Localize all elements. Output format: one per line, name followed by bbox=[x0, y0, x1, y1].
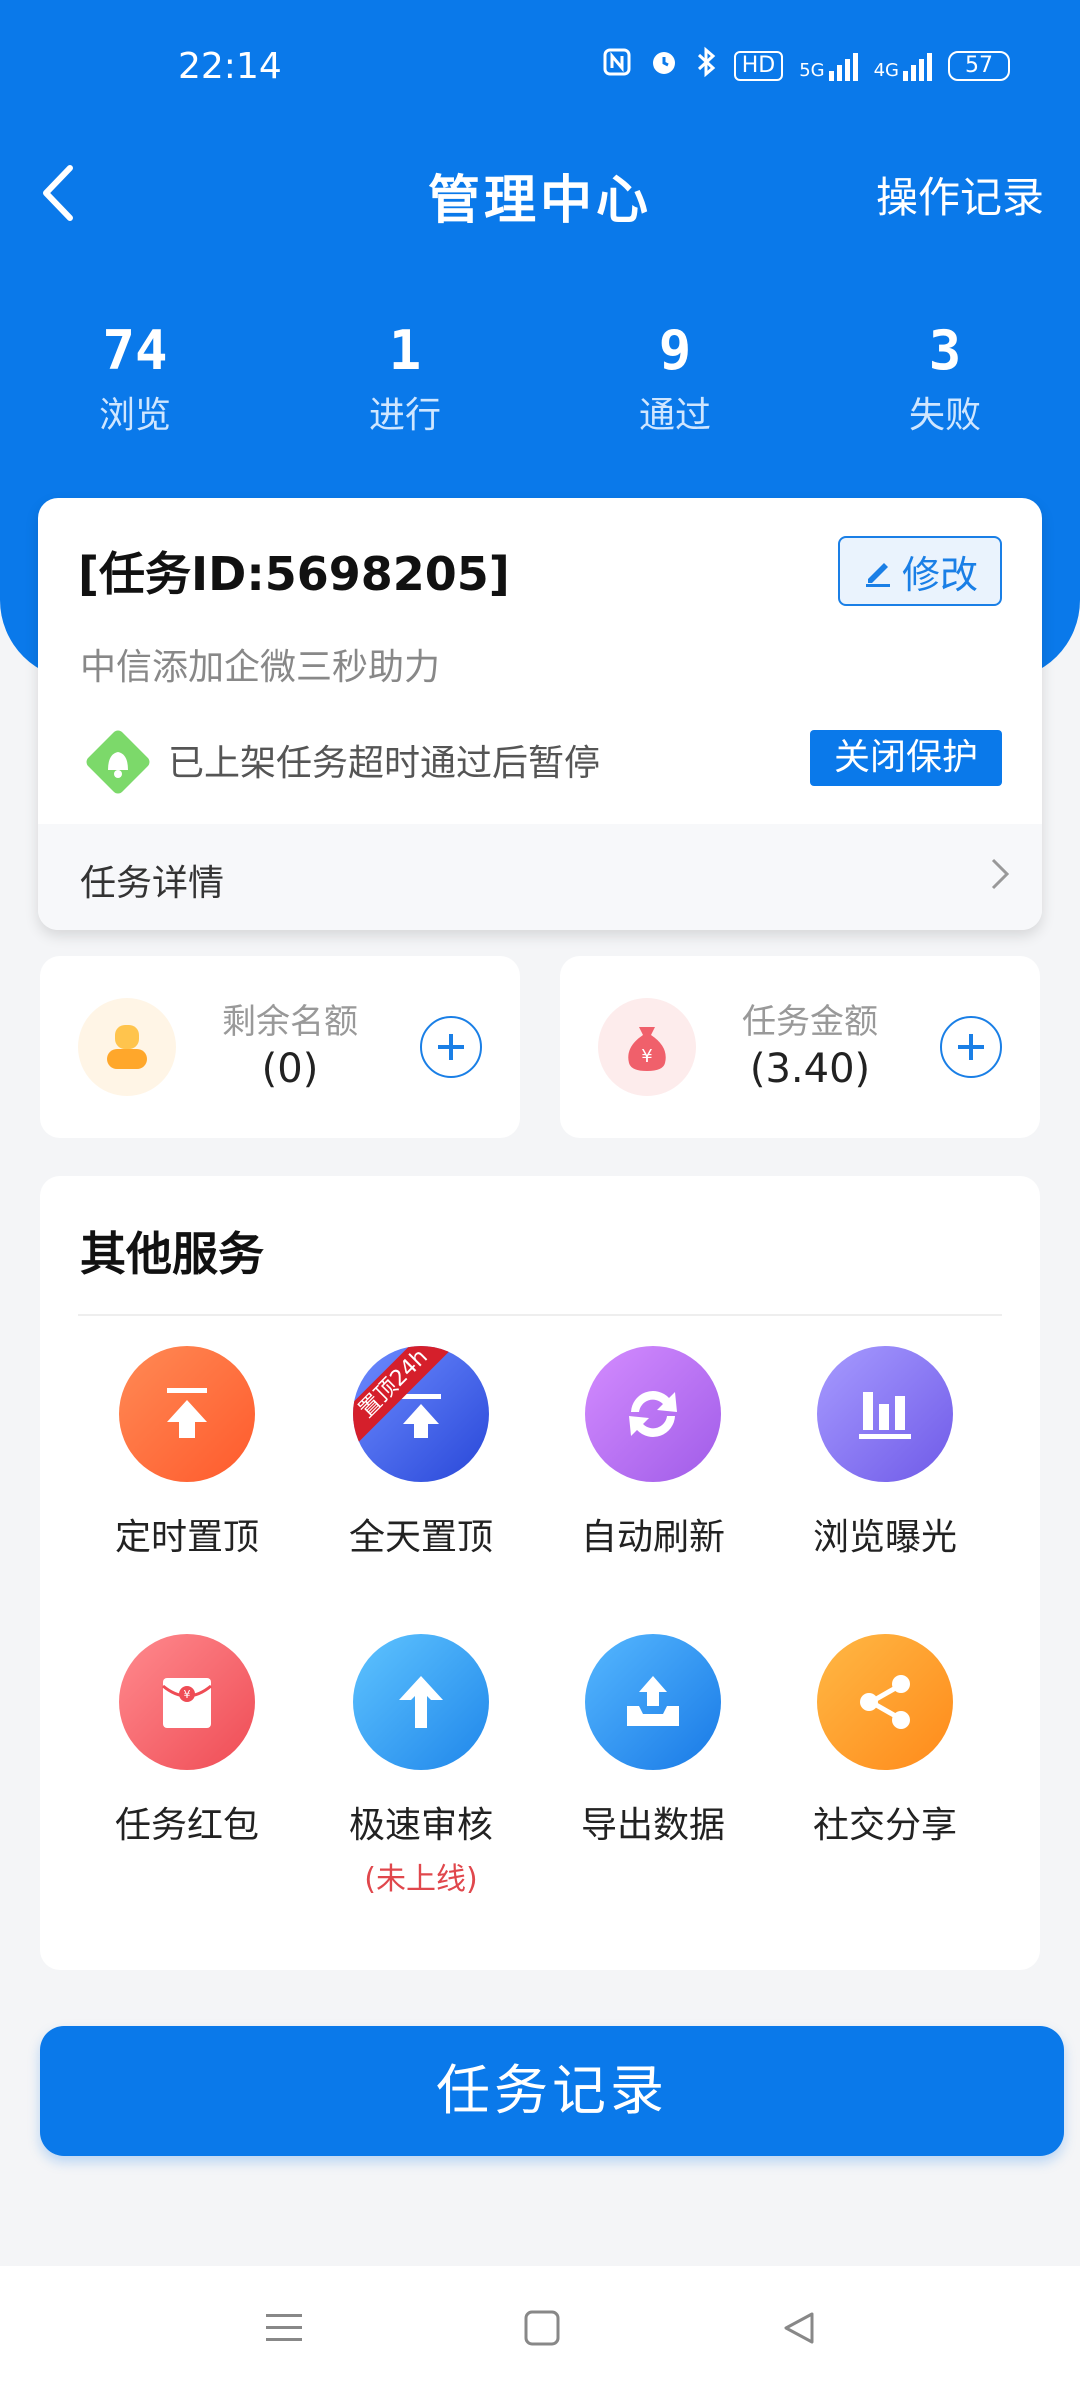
stat-views[interactable]: 74 浏览 bbox=[0, 320, 270, 438]
stat-label: 通过 bbox=[638, 395, 711, 436]
signal-4g-icon: 4G bbox=[874, 51, 932, 81]
task-record-button[interactable]: 任务记录 bbox=[40, 2026, 1064, 2156]
nfc-icon bbox=[602, 47, 632, 85]
bell-diamond-icon bbox=[80, 724, 156, 800]
task-notice: 已上架任务超时通过后暂停 bbox=[168, 743, 601, 784]
task-card: [任务ID:5698205] 修改 中信添加企微三秒助力 已上架任务超时通过后暂… bbox=[38, 498, 1042, 930]
red-envelope-icon: ¥ bbox=[119, 1634, 255, 1770]
svg-text:¥: ¥ bbox=[184, 1688, 191, 1701]
pin-top-24h-icon: 置顶24h bbox=[353, 1346, 489, 1482]
stat-in-progress[interactable]: 1 进行 bbox=[270, 320, 540, 438]
pin-top-icon bbox=[119, 1346, 255, 1482]
quota-value: (0) bbox=[261, 1046, 319, 1092]
service-social-share[interactable]: 社交分享 bbox=[770, 1634, 1000, 1848]
hd-icon: HD bbox=[733, 51, 784, 81]
amount-card: ¥ 任务金额 (3.40) bbox=[560, 956, 1040, 1138]
stats-row: 74 浏览 1 进行 9 通过 3 失败 bbox=[0, 320, 1080, 438]
edit-button[interactable]: 修改 bbox=[838, 536, 1002, 606]
quota-label: 剩余名额 bbox=[222, 1002, 358, 1042]
amount-label: 任务金额 bbox=[742, 1002, 878, 1042]
system-nav-bar bbox=[0, 2266, 1080, 2400]
service-fast-review[interactable]: 极速审核 (未上线) bbox=[306, 1634, 536, 1898]
alarm-icon bbox=[648, 46, 680, 86]
stat-value: 3 bbox=[928, 319, 962, 382]
menu-icon[interactable] bbox=[262, 2306, 306, 2354]
export-icon bbox=[585, 1634, 721, 1770]
task-description: 中信添加企微三秒助力 bbox=[80, 647, 441, 688]
status-bar: 22:14 HD 5G 4G 57 bbox=[0, 40, 1080, 100]
pencil-icon bbox=[865, 563, 890, 587]
status-time: 22:14 bbox=[178, 46, 282, 87]
other-services-card: 其他服务 定时置顶 置顶24h 全天置顶 自动刷新 浏览曝光 ¥ 任务红包 极速… bbox=[40, 1176, 1040, 1970]
service-sublabel: (未上线) bbox=[364, 1862, 478, 1897]
bar-chart-icon bbox=[817, 1346, 953, 1482]
status-icons: HD 5G 4G 57 bbox=[602, 46, 1010, 86]
service-label: 导出数据 bbox=[580, 1805, 725, 1846]
person-icon bbox=[78, 998, 176, 1096]
amount-value: (3.40) bbox=[749, 1046, 871, 1092]
add-amount-button[interactable] bbox=[940, 1016, 1002, 1078]
service-auto-refresh[interactable]: 自动刷新 bbox=[538, 1346, 768, 1560]
service-allday-top[interactable]: 置顶24h 全天置顶 bbox=[306, 1346, 536, 1560]
arrow-up-icon bbox=[353, 1634, 489, 1770]
service-label: 浏览曝光 bbox=[812, 1517, 957, 1558]
divider bbox=[78, 1314, 1002, 1316]
stat-failed[interactable]: 3 失败 bbox=[810, 320, 1080, 438]
stat-value: 9 bbox=[658, 319, 692, 382]
battery-icon: 57 bbox=[948, 51, 1010, 81]
back-triangle-icon[interactable] bbox=[778, 2306, 822, 2354]
service-label: 自动刷新 bbox=[580, 1517, 725, 1558]
task-id: [任务ID:5698205] bbox=[78, 547, 510, 601]
service-label: 社交分享 bbox=[812, 1805, 957, 1846]
close-protection-button[interactable]: 关闭保护 bbox=[810, 730, 1002, 786]
quota-card: 剩余名额 (0) bbox=[40, 956, 520, 1138]
service-export-data[interactable]: 导出数据 bbox=[538, 1634, 768, 1848]
nav-bar: 管理中心 操作记录 bbox=[0, 150, 1080, 240]
signal-5g-icon: 5G bbox=[799, 51, 858, 81]
refresh-icon bbox=[585, 1346, 721, 1482]
stat-value: 1 bbox=[388, 319, 422, 382]
money-bag-icon: ¥ bbox=[598, 998, 696, 1096]
services-title: 其他服务 bbox=[80, 1227, 264, 1281]
stat-passed[interactable]: 9 通过 bbox=[540, 320, 810, 438]
service-label: 定时置顶 bbox=[114, 1517, 259, 1558]
add-quota-button[interactable] bbox=[420, 1016, 482, 1078]
svg-text:¥: ¥ bbox=[641, 1046, 652, 1067]
service-label: 极速审核 bbox=[348, 1805, 493, 1846]
home-icon[interactable] bbox=[520, 2306, 564, 2354]
service-red-envelope[interactable]: ¥ 任务红包 bbox=[72, 1634, 302, 1848]
service-scheduled-top[interactable]: 定时置顶 bbox=[72, 1346, 302, 1560]
share-icon bbox=[817, 1634, 953, 1770]
operation-log-link[interactable]: 操作记录 bbox=[876, 164, 1044, 225]
service-label: 任务红包 bbox=[114, 1805, 259, 1846]
bluetooth-icon bbox=[696, 46, 718, 86]
task-detail-row[interactable]: 任务详情 bbox=[38, 824, 1042, 930]
task-detail-label: 任务详情 bbox=[80, 863, 225, 904]
edit-label: 修改 bbox=[901, 552, 978, 597]
chevron-right-icon bbox=[988, 854, 1012, 898]
stat-label: 失败 bbox=[908, 395, 981, 436]
stat-label: 进行 bbox=[368, 395, 441, 436]
stat-label: 浏览 bbox=[98, 395, 171, 436]
service-label: 全天置顶 bbox=[348, 1517, 493, 1558]
service-view-exposure[interactable]: 浏览曝光 bbox=[770, 1346, 1000, 1560]
stat-value: 74 bbox=[102, 319, 168, 382]
